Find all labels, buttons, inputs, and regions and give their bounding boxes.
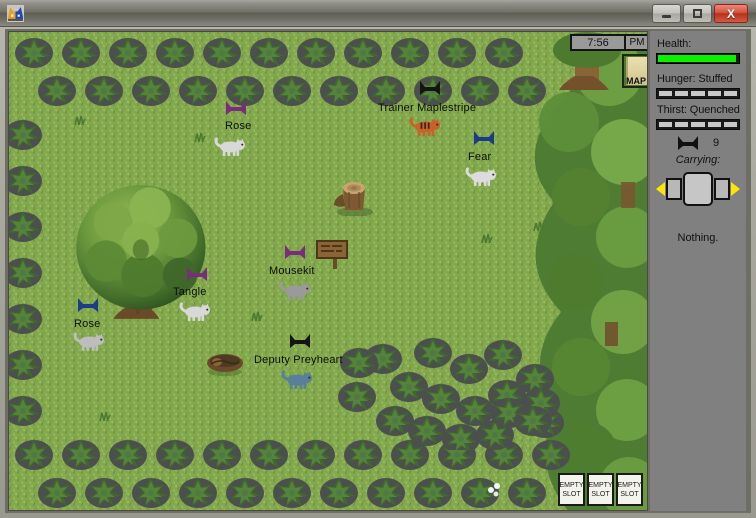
bush-cluster-small [490, 387, 560, 436]
carry-slot-next[interactable] [713, 178, 730, 200]
inventory-slot-line1: EMPTY [617, 481, 642, 489]
bar-segment [690, 90, 706, 97]
log-icon [207, 354, 243, 376]
bush-border-top [15, 37, 546, 106]
health-label: Health: [657, 38, 692, 50]
game-viewport[interactable]: Rose Trainer Maplestripe Fear Mousekit Tangl… [8, 31, 648, 511]
bar-segment [706, 90, 722, 97]
carry-prev-arrow-icon[interactable] [656, 182, 665, 196]
clock-time: 7:56 [587, 36, 609, 49]
map-button-label: MAP [626, 76, 646, 86]
inventory-slot-line2: SLOT [591, 490, 610, 498]
inventory-slot[interactable]: EMPTY SLOT [558, 473, 585, 506]
cat-face-icon [7, 5, 24, 22]
minimize-button[interactable] [652, 4, 681, 23]
title-bar: X [0, 0, 756, 27]
thirst-bar [656, 119, 740, 130]
wooden-sign-icon[interactable] [314, 237, 350, 271]
clock-ampm: PM [624, 36, 647, 49]
bar-segment [658, 90, 674, 97]
bar-segment [706, 121, 722, 128]
close-button[interactable]: X [714, 4, 748, 23]
health-bar-fill [658, 55, 736, 62]
application-window: X Rose Trainer Maplestripe Fear Mousekit… [0, 0, 756, 518]
carry-next-arrow-icon[interactable] [730, 182, 740, 196]
thirst-label: Thirst: Quenched [657, 104, 740, 116]
carrying-label: Carrying: [675, 154, 721, 166]
tree-stump-icon [334, 182, 373, 216]
inventory-slot[interactable]: EMPTY SLOT [616, 473, 643, 506]
minimize-icon [653, 5, 680, 22]
prey-counter: 9 [656, 135, 740, 151]
hunger-bar [656, 88, 740, 99]
grass-tuft [74, 115, 86, 126]
carrying-value: Nothing. [677, 232, 719, 244]
carry-slot-prev[interactable] [666, 178, 683, 200]
close-icon: X [726, 6, 735, 21]
inventory-slot-line1: EMPTY [588, 481, 613, 489]
maximize-icon [684, 5, 711, 22]
bar-segment [674, 121, 690, 128]
maximize-button[interactable] [683, 4, 712, 23]
bush-border-left [9, 119, 42, 426]
cat-ears-icon [677, 136, 698, 150]
inventory-slot-line2: SLOT [620, 490, 639, 498]
hunger-label: Hunger: Stuffed [657, 73, 733, 85]
grass-tuft [533, 221, 545, 232]
inventory-slot-line1: EMPTY [559, 481, 584, 489]
grass-tuft [481, 233, 493, 244]
status-sidebar: Health: Hunger: Stuffed Thirst: Quenched… [650, 31, 746, 511]
inventory-bar: EMPTY SLOT EMPTY SLOT EMPTY SLOT [558, 473, 643, 507]
carry-slot-current[interactable] [683, 172, 713, 206]
health-bar [656, 53, 740, 64]
grass-tuft [99, 411, 111, 422]
carrying-selector [656, 172, 740, 206]
prey-count: 9 [712, 137, 720, 149]
title-bar-gloss [0, 0, 756, 13]
bar-segment [722, 90, 739, 97]
bar-segment [690, 121, 706, 128]
map-button[interactable]: MAP [622, 54, 647, 88]
grass-tuft [194, 132, 206, 143]
grass-tuft [251, 311, 263, 322]
inventory-slot[interactable]: EMPTY SLOT [587, 473, 614, 506]
bar-segment [722, 121, 739, 128]
game-clock: 7:56 PM [570, 34, 647, 51]
inventory-slot-line2: SLOT [562, 490, 581, 498]
bar-segment [658, 121, 674, 128]
bar-segment [674, 90, 690, 97]
